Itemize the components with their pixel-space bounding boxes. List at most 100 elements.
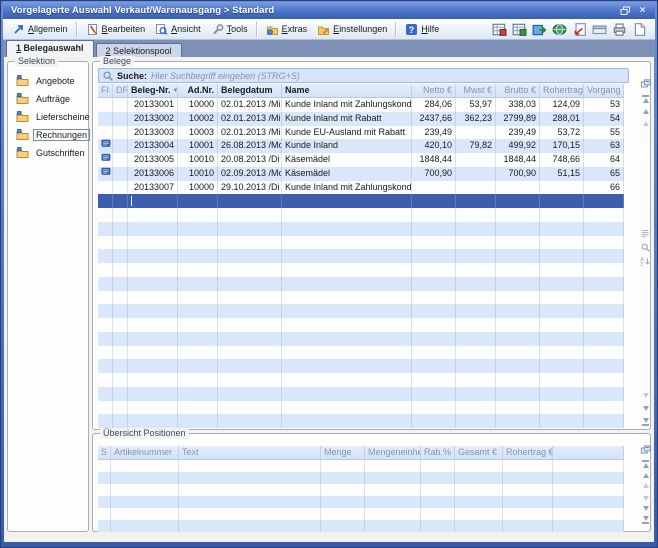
column-header-name[interactable]: Name xyxy=(282,84,412,98)
column-header-rohertrag[interactable]: Rohertrag € xyxy=(540,84,584,98)
table-row-empty[interactable] xyxy=(98,346,624,360)
table-row-empty[interactable] xyxy=(98,236,624,250)
grid-red-icon[interactable] xyxy=(491,21,507,37)
page-up-icon[interactable] xyxy=(639,482,652,488)
cell-datum: 02.01.2013 /Mi xyxy=(218,126,282,140)
column-header-rohertrag[interactable]: Rohertrag € xyxy=(503,446,553,460)
column-header-s[interactable]: S xyxy=(98,446,111,460)
table-row-empty[interactable] xyxy=(98,222,624,236)
cell-datum: 02.09.2013 /Mo xyxy=(218,167,282,181)
column-header-menge[interactable]: Menge xyxy=(321,446,365,460)
grid-green-icon[interactable] xyxy=(511,21,527,37)
table-row-empty[interactable] xyxy=(98,484,624,496)
table-row-empty[interactable] xyxy=(98,401,624,415)
table-row[interactable]: 201330031000302.01.2013 /MiKunde EU-Ausl… xyxy=(98,126,624,140)
cell-artikelnummer xyxy=(111,496,179,508)
menu-item-hilfe[interactable]: ?Hilfe xyxy=(400,21,444,38)
column-header-fi[interactable]: FI xyxy=(98,84,113,98)
page-return-icon[interactable] xyxy=(571,21,587,37)
cell-name xyxy=(282,332,412,346)
table-row[interactable]: 201330051001020.08.2013 /DiKäsemädel1848… xyxy=(98,153,624,167)
table-row-empty[interactable] xyxy=(98,520,624,532)
cell-name xyxy=(282,236,412,250)
sidebar-item-angebote[interactable]: Angebote xyxy=(16,74,78,87)
table-row[interactable]: 201330061001002.09.2013 /MoKäsemädel700,… xyxy=(98,167,624,181)
table-row-empty[interactable] xyxy=(98,291,624,305)
table-row-empty[interactable] xyxy=(98,332,624,346)
table-row-empty[interactable] xyxy=(98,249,624,263)
table-row-empty[interactable] xyxy=(98,318,624,332)
menu-item-tools[interactable]: Tools xyxy=(206,21,253,38)
menu-item-extras[interactable]: Extras xyxy=(261,21,313,38)
column-header-text[interactable]: Text xyxy=(179,446,321,460)
sidebar-item-gutschriften[interactable]: Gutschriften xyxy=(16,146,88,159)
table-row[interactable]: 201330011000002.01.2013 /MiKunde Inland … xyxy=(98,98,624,112)
column-header-datum[interactable]: Belegdatum xyxy=(218,84,282,98)
cell-datum xyxy=(218,222,282,236)
list-icon[interactable] xyxy=(639,228,652,239)
table-row-empty[interactable] xyxy=(98,508,624,520)
export-icon[interactable] xyxy=(531,21,547,37)
column-header-gesamt[interactable]: Gesamt € xyxy=(455,446,503,460)
table-row-empty[interactable] xyxy=(98,460,624,472)
cell-name xyxy=(282,277,412,291)
table-row-empty[interactable] xyxy=(98,387,624,401)
menu-item-ansicht[interactable]: Ansicht xyxy=(150,21,206,38)
window-icon[interactable] xyxy=(591,21,607,37)
menu-item-allgemein[interactable]: Allgemein xyxy=(7,21,73,38)
column-header-rab[interactable]: Rab.% xyxy=(421,446,455,460)
table-row[interactable]: 201330021000202.01.2013 /MiKunde Inland … xyxy=(98,112,624,126)
scroll-up-icon[interactable] xyxy=(639,472,652,478)
search-input[interactable] xyxy=(151,71,625,81)
menu-item-einstellungen[interactable]: Einstellungen xyxy=(312,21,392,38)
tab-2-selektionspool[interactable]: 2 Selektionspool xyxy=(96,43,182,57)
sort-icon[interactable]: AZ xyxy=(639,256,652,267)
column-header-blank[interactable] xyxy=(553,446,624,460)
column-header-mengeneinheit[interactable]: Mengeneinheit xyxy=(365,446,421,460)
search-small-icon[interactable] xyxy=(639,242,652,253)
sidebar-item-aufträge[interactable]: Aufträge xyxy=(16,92,73,105)
column-header-brutto[interactable]: Brutto € xyxy=(496,84,540,98)
table-row-empty[interactable] xyxy=(98,208,624,222)
table-row-empty[interactable] xyxy=(98,304,624,318)
table-row-selected[interactable] xyxy=(98,194,624,208)
sidebar-item-lieferscheine[interactable]: Lieferscheine xyxy=(16,110,93,123)
menu-item-bearbeiten[interactable]: Bearbeiten xyxy=(81,21,151,38)
table-row-empty[interactable] xyxy=(98,359,624,373)
sidebar-item-rechnungen[interactable]: Rechnungen xyxy=(16,128,90,141)
restore-icon[interactable] xyxy=(619,5,632,17)
page-down-icon[interactable] xyxy=(639,392,652,398)
printer-icon[interactable] xyxy=(611,21,627,37)
scroll-up-icon[interactable] xyxy=(639,108,652,114)
globe-icon[interactable] xyxy=(551,21,567,37)
table-row-empty[interactable] xyxy=(98,277,624,291)
page-up-icon[interactable] xyxy=(639,120,652,126)
column-header-dr[interactable]: DR xyxy=(113,84,128,98)
table-row-empty[interactable] xyxy=(98,263,624,277)
scroll-bottom-icon[interactable] xyxy=(639,417,652,426)
scroll-down-icon[interactable] xyxy=(639,505,652,511)
scroll-down-icon[interactable] xyxy=(639,405,652,411)
column-chooser-icon[interactable] xyxy=(639,79,652,90)
table-row-empty[interactable] xyxy=(98,414,624,428)
column-header-ad_nr[interactable]: Ad.Nr. xyxy=(178,84,218,98)
column-header-beleg_nr[interactable]: Beleg-Nr.▼ xyxy=(128,84,178,98)
cell-name: Kunde Inland mit Rabatt xyxy=(282,112,412,126)
blank-page-icon[interactable] xyxy=(631,21,647,37)
page-down-icon[interactable] xyxy=(639,495,652,501)
column-header-mwst[interactable]: Mwst € xyxy=(456,84,496,98)
table-row-empty[interactable] xyxy=(98,373,624,387)
column-header-netto[interactable]: Netto € xyxy=(412,84,456,98)
scroll-top-icon[interactable] xyxy=(639,95,652,103)
column-chooser-icon[interactable] xyxy=(639,445,652,456)
tab-1-belegauswahl[interactable]: 1 Belegauswahl xyxy=(6,40,94,57)
column-header-artikelnummer[interactable]: Artikelnummer xyxy=(111,446,179,460)
table-row[interactable]: 201330071000029.10.2013 /DiKunde Inland … xyxy=(98,181,624,195)
table-row-empty[interactable] xyxy=(98,472,624,484)
scroll-top-icon[interactable] xyxy=(639,460,652,468)
close-icon[interactable]: × xyxy=(636,5,649,17)
table-row-empty[interactable] xyxy=(98,496,624,508)
table-row[interactable]: 201330041000126.08.2013 /MoKunde Inland4… xyxy=(98,139,624,153)
scroll-bottom-icon[interactable] xyxy=(639,515,652,524)
column-header-vorgang[interactable]: Vorgang xyxy=(584,84,624,98)
